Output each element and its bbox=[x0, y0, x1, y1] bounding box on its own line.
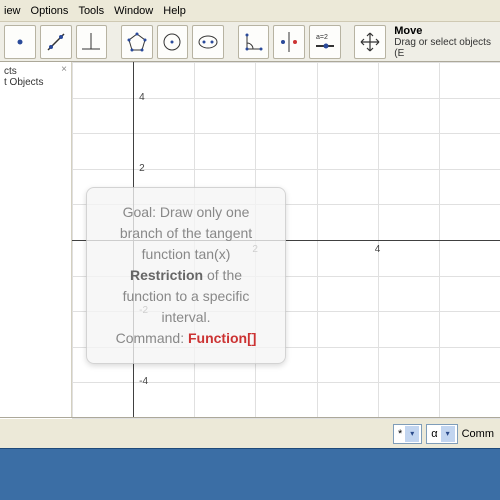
menubar: iew Options Tools Window Help bbox=[0, 0, 500, 22]
menu-view[interactable]: iew bbox=[4, 2, 31, 20]
tool-perp[interactable] bbox=[76, 25, 108, 59]
alpha-value: α bbox=[431, 428, 437, 440]
algebra-line1: cts bbox=[4, 66, 67, 77]
tool-hint: Move Drag or select objects (E bbox=[390, 22, 496, 62]
goal-fn: Function[] bbox=[188, 330, 256, 346]
workspace: × cts t Objects 24-4-224 Goal: Draw only… bbox=[0, 62, 500, 418]
tool-angle[interactable] bbox=[238, 25, 270, 59]
algebra-line2: t Objects bbox=[4, 77, 67, 88]
chevron-down-icon[interactable]: ▾ bbox=[441, 426, 455, 442]
menu-help[interactable]: Help bbox=[163, 2, 196, 20]
goal-l5: function to a specific bbox=[99, 286, 273, 307]
hint-title: Move bbox=[394, 25, 496, 37]
tool-ellipse[interactable] bbox=[192, 25, 224, 59]
tool-point[interactable] bbox=[4, 25, 36, 59]
x-tick: 4 bbox=[375, 244, 381, 255]
goal-l2: branch of the tangent bbox=[99, 223, 273, 244]
alpha-combo[interactable]: α ▾ bbox=[426, 424, 457, 444]
y-tick: -4 bbox=[139, 376, 148, 387]
goal-tooltip: Goal: Draw only one branch of the tangen… bbox=[86, 187, 286, 364]
degree-value: * bbox=[398, 428, 402, 440]
menu-tools[interactable]: Tools bbox=[78, 2, 114, 20]
goal-kw: Restriction bbox=[130, 267, 203, 283]
goal-l1: Goal: Draw only one bbox=[99, 202, 273, 223]
chevron-down-icon[interactable]: ▾ bbox=[405, 426, 419, 442]
degree-combo[interactable]: * ▾ bbox=[393, 424, 422, 444]
y-tick: 4 bbox=[139, 92, 145, 103]
tool-circle[interactable] bbox=[157, 25, 189, 59]
goal-l4: of the bbox=[203, 267, 242, 283]
goal-l6: interval. bbox=[99, 307, 273, 328]
input-bar: * ▾ α ▾ Comm bbox=[0, 418, 500, 448]
algebra-panel[interactable]: × cts t Objects bbox=[0, 62, 72, 417]
toolbar: a=2 Move Drag or select objects (E bbox=[0, 22, 500, 62]
hint-sub: Drag or select objects (E bbox=[394, 37, 496, 59]
goal-cmd-label: Command: bbox=[116, 330, 188, 346]
menu-options[interactable]: Options bbox=[31, 2, 79, 20]
close-icon[interactable]: × bbox=[61, 64, 67, 75]
tool-reflect[interactable] bbox=[273, 25, 305, 59]
menu-window[interactable]: Window bbox=[114, 2, 163, 20]
y-tick: 2 bbox=[139, 163, 145, 174]
goal-l3: function tan(x) bbox=[99, 244, 273, 265]
bottom-strip bbox=[0, 448, 500, 500]
tool-line[interactable] bbox=[40, 25, 72, 59]
command-label: Comm bbox=[462, 428, 494, 440]
tool-polygon[interactable] bbox=[121, 25, 153, 59]
svg-text:a=2: a=2 bbox=[316, 34, 328, 41]
tool-slider[interactable]: a=2 bbox=[309, 25, 341, 59]
tool-move[interactable] bbox=[354, 25, 386, 59]
